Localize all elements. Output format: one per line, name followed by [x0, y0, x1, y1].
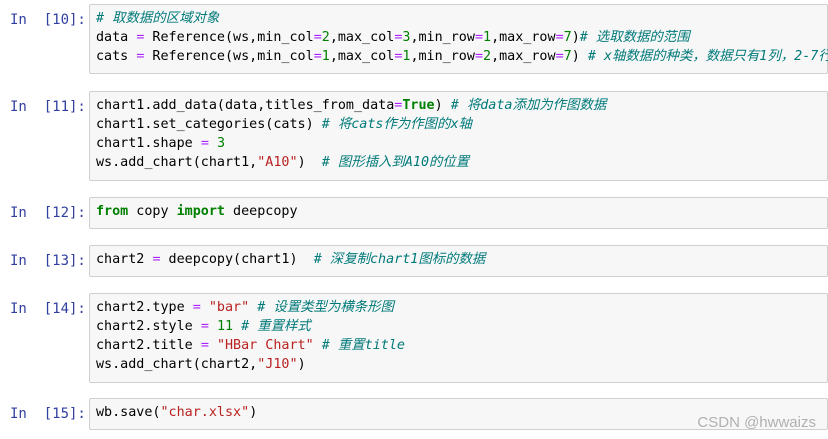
code-token: ): [571, 49, 588, 64]
code-editor[interactable]: chart2.type = "bar" # 设置类型为横条形图 chart2.st…: [89, 293, 828, 383]
string-token: "bar": [208, 300, 250, 315]
code-token: ws.add_chart(chart2,: [96, 357, 258, 372]
operator-token: =: [474, 49, 483, 64]
code-line: chart1.set_categories(cats) # 将cats作为作图的…: [96, 115, 821, 134]
comment-token: # 设置类型为横条形图: [257, 300, 394, 315]
cell-prompt: In [10]:: [10, 12, 86, 28]
number-token: 1: [483, 30, 492, 45]
comment-token: # 取数据的区域对象: [96, 11, 220, 26]
comment-token: # 将cats作为作图的x轴: [321, 117, 472, 132]
code-editor[interactable]: # 取数据的区域对象 data = Reference(ws,min_col=2,…: [89, 4, 828, 74]
code-token: data: [96, 30, 137, 45]
code-token: wb.save(: [96, 405, 161, 420]
code-token: ,max_col: [329, 30, 395, 45]
string-token: "A10": [257, 155, 298, 170]
number-token: 3: [216, 136, 225, 151]
keyword-token: from: [96, 204, 129, 219]
operator-token: =: [200, 338, 209, 353]
operator-token: =: [192, 300, 201, 315]
code-token: ,max_row: [491, 30, 556, 45]
code-token: cats: [96, 49, 137, 64]
code-token: deepcopy(chart1): [160, 252, 314, 267]
keyword-token: True: [402, 98, 435, 113]
code-token: copy: [128, 204, 177, 219]
code-editor[interactable]: from copy import deepcopy: [89, 197, 828, 229]
operator-token: =: [474, 30, 483, 45]
code-token: ): [434, 98, 451, 113]
operator-token: =: [200, 319, 209, 334]
code-line: data = Reference(ws,min_col=2,max_col=3,…: [96, 28, 821, 47]
operator-token: =: [152, 252, 161, 267]
code-token: ): [571, 30, 580, 45]
code-token: chart2.type: [96, 300, 193, 315]
operator-token: =: [200, 136, 209, 151]
watermark: CSDN @hwwaizs: [697, 414, 816, 431]
code-token: Reference(ws,min_col: [144, 49, 314, 64]
comment-token: # 选取数据的范围: [579, 30, 690, 45]
keyword-token: import: [176, 204, 225, 219]
code-editor[interactable]: chart1.add_data(data,titles_from_data = Tr…: [89, 91, 828, 181]
code-token: Reference(ws,min_col: [144, 30, 314, 45]
code-token: ,min_row: [410, 30, 475, 45]
string-token: "char.xlsx": [160, 405, 250, 420]
number-token: 1: [321, 49, 330, 64]
code-token: chart1.set_categories(cats): [96, 117, 322, 132]
code-token: ,min_row: [410, 49, 475, 64]
code-token: ): [297, 357, 306, 372]
code-token: chart2.title: [96, 338, 201, 353]
code-line: chart2.style = 11 # 重置样式: [96, 317, 821, 336]
code-line: cats = Reference(ws,min_col=1,max_col=1,…: [96, 47, 828, 66]
code-line: chart1.shape = 3: [96, 134, 821, 153]
code-editor[interactable]: chart2 = deepcopy(chart1) # 深复制chart1图标的…: [89, 245, 828, 277]
code-line: from copy import deepcopy: [96, 202, 821, 221]
cell-prompt: In [13]:: [10, 253, 86, 269]
comment-token: # 重置样式: [241, 319, 311, 334]
code-line: chart2.type = "bar" # 设置类型为横条形图: [96, 298, 821, 317]
code-token: chart1.add_data(data,titles_from_data: [96, 98, 395, 113]
comment-token: # x轴数据的种类，数据只有1列，2-7行: [587, 49, 828, 64]
code-token: chart2: [96, 252, 153, 267]
cell-prompt: In [12]:: [10, 205, 86, 221]
code-token: ,max_row: [491, 49, 556, 64]
comment-token: # 图形插入到A10的位置: [321, 155, 470, 170]
cell-prompt: In [14]:: [10, 301, 86, 317]
code-token: ,max_col: [329, 49, 395, 64]
comment-token: # 深复制chart1图标的数据: [313, 252, 486, 267]
comment-token: # 重置title: [321, 338, 405, 353]
cell-prompt: In [11]:: [10, 99, 86, 115]
code-line: chart2 = deepcopy(chart1) # 深复制chart1图标的…: [96, 250, 821, 269]
number-token: 2: [483, 49, 492, 64]
operator-token: =: [555, 30, 564, 45]
operator-token: =: [313, 30, 322, 45]
number-token: 7: [563, 49, 572, 64]
number-token: 11: [216, 319, 234, 334]
code-line: # 取数据的区域对象: [96, 9, 821, 28]
code-line: chart2.title = "HBar Chart" # 重置title: [96, 336, 821, 355]
operator-token: =: [555, 49, 564, 64]
code-token: ws.add_chart(chart1,: [96, 155, 258, 170]
code-token: ): [249, 405, 258, 420]
code-line: ws.add_chart(chart1,"A10") # 图形插入到A10的位置: [96, 153, 821, 172]
code-line: chart1.add_data(data,titles_from_data=Tr…: [96, 96, 821, 115]
code-token: chart2.style: [96, 319, 201, 334]
code-line: ws.add_chart(chart2,"J10"): [96, 355, 821, 374]
code-token: deepcopy: [225, 204, 298, 219]
code-token: ): [297, 155, 322, 170]
string-token: "HBar Chart": [216, 338, 314, 353]
comment-token: # 将data添加为作图数据: [450, 98, 607, 113]
cell-prompt: In [15]:: [10, 406, 86, 422]
code-token: chart1.shape: [96, 136, 201, 151]
operator-token: =: [313, 49, 322, 64]
number-token: 2: [321, 30, 330, 45]
number-token: 7: [563, 30, 572, 45]
string-token: "J10": [257, 357, 298, 372]
